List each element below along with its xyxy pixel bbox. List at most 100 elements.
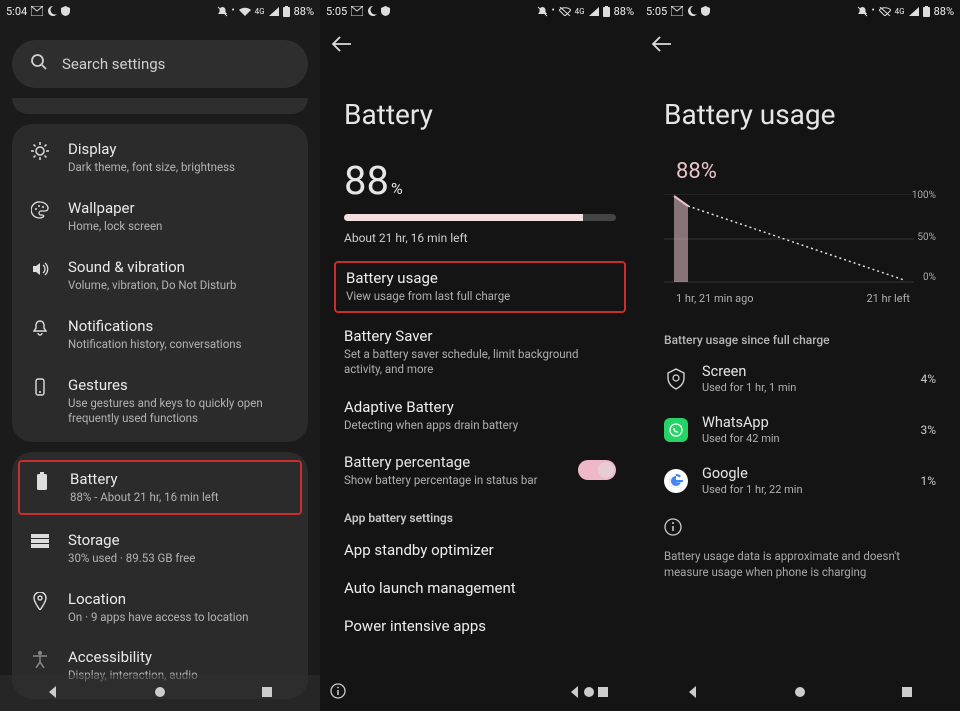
bell-off-icon — [857, 6, 868, 17]
usage-app-name: Screen — [702, 363, 906, 380]
battery-usage-item[interactable]: Battery usage View usage from last full … — [334, 261, 626, 313]
settings-item-sound[interactable]: Sound & vibration Volume, vibration, Do N… — [12, 246, 308, 305]
usage-app-pct: 4% — [920, 372, 936, 386]
settings-group-1: DisplayDark theme, font size, brightness… — [12, 124, 308, 442]
status-battery-pct: 88% — [294, 5, 314, 18]
battery-percent: 88 % — [320, 151, 640, 210]
wifi-icon — [239, 7, 251, 16]
back-arrow-icon[interactable] — [652, 37, 672, 56]
settings-item-subtitle: 88% - About 21 hr, 16 min left — [70, 490, 292, 505]
section-label: App battery settings — [320, 497, 640, 531]
adaptive-battery-item[interactable]: Adaptive Battery Detecting when apps dra… — [320, 388, 640, 444]
item-title: Adaptive Battery — [344, 398, 616, 416]
wifi-off-icon — [559, 7, 571, 16]
nav-home-icon[interactable] — [582, 684, 596, 703]
nav-back-icon[interactable] — [568, 684, 582, 703]
usage-graph[interactable]: 100% 50% 0% — [664, 194, 936, 288]
item-title: Battery percentage — [344, 453, 538, 471]
settings-item-display[interactable]: DisplayDark theme, font size, brightness — [12, 128, 308, 187]
settings-item-subtitle: Use gestures and keys to quickly open fr… — [68, 396, 294, 426]
status-battery-pct: 88% — [614, 5, 634, 18]
signal-icon — [909, 7, 919, 16]
nav-home-icon[interactable] — [793, 684, 807, 703]
nav-recent-icon[interactable] — [596, 684, 610, 703]
wifi-off-icon — [879, 7, 891, 16]
settings-item-battery[interactable]: Battery88% - About 21 hr, 16 min left — [18, 460, 302, 515]
battery-icon — [36, 472, 48, 494]
settings-item-wallpaper[interactable]: Wallpaper Home, lock screen — [12, 187, 308, 246]
estimate-label: About 21 hr, 16 min left — [320, 227, 640, 257]
item-subtitle: View usage from last full charge — [346, 289, 614, 305]
app-standby-optimizer[interactable]: App standby optimizer — [320, 531, 640, 569]
item-subtitle: Set a battery saver schedule, limit back… — [344, 347, 616, 378]
shield-icon — [381, 6, 390, 16]
usage-row-screen[interactable]: ScreenUsed for 1 hr, 1 min 4% — [640, 353, 960, 404]
item-title: Battery usage — [346, 269, 614, 287]
settings-screen: 5:04 • 4G — [0, 0, 320, 711]
battery-percentage-item[interactable]: Battery percentage Show battery percenta… — [320, 443, 640, 497]
graph-right-label: 21 hr left — [866, 292, 910, 305]
settings-item-gestures[interactable]: GesturesUse gestures and keys to quickly… — [12, 364, 308, 438]
usage-app-name: Google — [702, 465, 906, 482]
settings-item-subtitle: Volume, vibration, Do Not Disturb — [68, 278, 294, 293]
gestures-icon — [31, 378, 49, 400]
item-subtitle: Detecting when apps drain battery — [344, 418, 616, 434]
item-title: App standby optimizer — [344, 541, 616, 559]
nav-back-icon[interactable] — [686, 684, 700, 703]
settings-item-location[interactable]: LocationOn · 9 apps have access to locat… — [12, 578, 308, 637]
battery-bar — [344, 214, 616, 221]
battery-icon — [923, 6, 930, 17]
info-icon[interactable] — [330, 683, 346, 703]
settings-item-title: Location — [68, 590, 294, 608]
nav-bar — [0, 675, 320, 711]
battery-usage-screen: 5:05 • 4G 88% Battery usage 88% — [640, 0, 960, 711]
network-label: 4G — [255, 7, 265, 16]
mail-icon — [31, 6, 43, 16]
screen-icon — [664, 367, 688, 391]
toggle-switch[interactable] — [578, 460, 616, 480]
moon-icon — [367, 6, 377, 16]
moon-icon — [47, 6, 57, 16]
nav-back-icon[interactable] — [46, 684, 60, 703]
nav-recent-icon[interactable] — [260, 684, 274, 703]
y-axis-100: 100% — [912, 190, 936, 201]
settings-item-title: Wallpaper — [68, 199, 294, 217]
usage-app-sub: Used for 42 min — [702, 432, 906, 445]
settings-item-title: Sound & vibration — [68, 258, 294, 276]
battery-saver-item[interactable]: Battery Saver Set a battery saver schedu… — [320, 317, 640, 388]
usage-row-whatsapp[interactable]: WhatsAppUsed for 42 min 3% — [640, 404, 960, 455]
settings-item-notifications[interactable]: NotificationsNotification history, conve… — [12, 305, 308, 364]
bell-icon — [31, 319, 49, 341]
storage-icon — [31, 533, 49, 552]
battery-icon — [603, 6, 610, 17]
google-icon — [664, 469, 688, 493]
accessibility-icon — [32, 650, 48, 672]
item-title: Power intensive apps — [344, 617, 616, 635]
battery-icon — [283, 6, 290, 17]
settings-item-title: Display — [68, 140, 294, 158]
auto-launch-management[interactable]: Auto launch management — [320, 569, 640, 607]
status-battery-pct: 88% — [934, 5, 954, 18]
back-arrow-icon[interactable] — [332, 37, 352, 56]
mail-icon — [671, 6, 683, 16]
settings-item-title: Accessibility — [68, 648, 294, 666]
settings-item-subtitle: Home, lock screen — [68, 219, 294, 234]
nav-home-icon[interactable] — [153, 684, 167, 703]
info-icon — [640, 506, 960, 544]
search-settings[interactable]: Search settings — [12, 40, 308, 88]
nav-bar — [640, 675, 960, 711]
moon-icon — [687, 6, 697, 16]
settings-item-storage[interactable]: Storage30% used · 89.53 GB free — [12, 519, 308, 578]
shield-icon — [701, 6, 710, 16]
network-label: 4G — [895, 7, 905, 16]
usage-row-google[interactable]: GoogleUsed for 1 hr, 22 min 1% — [640, 455, 960, 506]
item-title: Battery Saver — [344, 327, 616, 345]
nav-recent-icon[interactable] — [900, 684, 914, 703]
settings-item-title: Notifications — [68, 317, 294, 335]
usage-percent: 88% — [640, 139, 960, 194]
power-intensive-apps[interactable]: Power intensive apps — [320, 607, 640, 645]
status-time: 5:05 — [326, 5, 347, 18]
speaker-icon — [31, 260, 49, 282]
item-subtitle: Show battery percentage in status bar — [344, 473, 538, 487]
search-placeholder: Search settings — [62, 55, 165, 73]
